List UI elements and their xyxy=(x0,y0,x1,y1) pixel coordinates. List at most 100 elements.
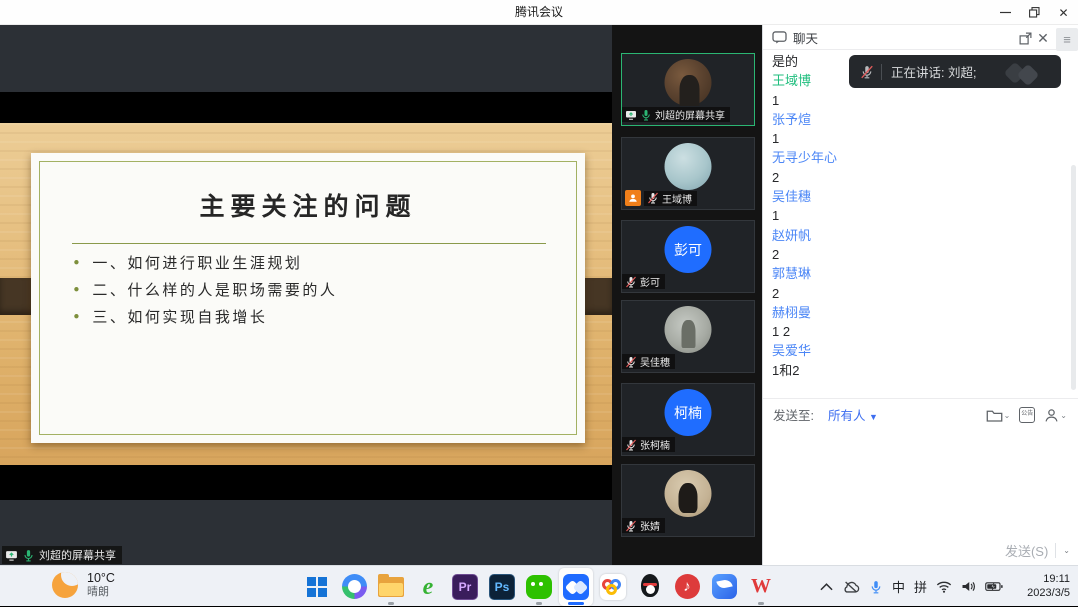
sharing-status-badge: 刘超的屏幕共享 xyxy=(2,546,122,564)
volume-icon[interactable] xyxy=(961,580,976,593)
chat-message: 2 xyxy=(772,245,1052,264)
chat-sender-name: 吴佳穗 xyxy=(772,187,1052,206)
wechat[interactable] xyxy=(522,568,556,606)
sharing-status-label: 刘超的屏幕共享 xyxy=(39,547,116,563)
send-options-chevron-icon[interactable]: ⌄ xyxy=(1063,546,1070,555)
participant-tile[interactable]: 柯楠 张柯楠 xyxy=(621,383,755,456)
chat-sender-name: 郭慧琳 xyxy=(772,264,1052,283)
mic-on-icon xyxy=(22,549,35,562)
host-badge-icon xyxy=(625,190,641,206)
tray-time: 19:11 xyxy=(1027,573,1070,587)
share-letterbox-top xyxy=(0,25,612,92)
tencent-meeting-icon xyxy=(563,574,589,600)
participants-strip: 刘超的屏幕共享 王域博 彭可 彭可 吴佳穗 xyxy=(612,25,762,565)
weather-moon-icon xyxy=(52,572,78,598)
taskbar-apps: e Pr Ps ♪ W xyxy=(300,566,778,607)
tray-date: 2023/3/5 xyxy=(1027,587,1070,601)
panel-drag-handle[interactable]: ≡ xyxy=(1056,28,1078,51)
participant-tile[interactable]: 王域博 xyxy=(621,137,755,210)
chat-sender-name: 无寻少年心 xyxy=(772,148,1052,167)
mic-icon xyxy=(22,549,35,562)
browser-360[interactable] xyxy=(337,568,371,606)
weather-desc: 晴朗 xyxy=(87,586,115,599)
speaking-toast: 正在讲话: 刘超; xyxy=(849,55,1061,88)
slide-bullet-list: 一、如何进行职业生涯规划二、什么样的人是职场需要的人三、如何实现自我增长 xyxy=(72,250,337,331)
send-to-dropdown[interactable]: 所有人 ▼ xyxy=(828,405,878,424)
mic-muted-icon xyxy=(625,276,637,288)
adobe-app-icon: Ps xyxy=(489,574,515,600)
screen-share-view: 主要关注的问题 一、如何进行职业生涯规划二、什么样的人是职场需要的人三、如何实现… xyxy=(0,25,612,565)
close-chat-icon[interactable]: ✕ xyxy=(1033,28,1053,48)
thunder-icon xyxy=(712,574,737,599)
mic-muted-icon xyxy=(625,439,637,451)
wifi-icon[interactable] xyxy=(936,580,952,593)
thunder[interactable] xyxy=(707,568,741,606)
windows-start[interactable] xyxy=(300,568,334,606)
ime-mode-indicator[interactable]: 拼 xyxy=(914,577,927,596)
send-file-icon[interactable]: ⌄ xyxy=(986,408,1011,423)
announcement-icon[interactable]: 公告 xyxy=(1019,407,1035,423)
chat-message: 1 xyxy=(772,206,1052,225)
chat-sender-name: 张予煊 xyxy=(772,110,1052,129)
participant-tile[interactable]: 彭可 彭可 xyxy=(621,220,755,293)
mention-member-icon[interactable]: ⌄ xyxy=(1044,408,1067,423)
participant-tile[interactable]: 张婧 xyxy=(621,464,755,537)
participant-name: 王域博 xyxy=(662,191,692,206)
rings-app[interactable] xyxy=(596,568,630,606)
participant-label: 张柯楠 xyxy=(622,437,675,452)
chat-message: 1 2 xyxy=(772,322,1052,341)
slide-divider-line xyxy=(72,243,546,244)
tray-expand-icon[interactable] xyxy=(820,582,833,591)
wps-office[interactable]: W xyxy=(744,568,778,606)
chat-message: 1 xyxy=(772,91,1052,110)
netease-music[interactable]: ♪ xyxy=(670,568,704,606)
taskbar-clock[interactable]: 19:11 2023/3/5 xyxy=(1027,573,1070,600)
battery-icon[interactable] xyxy=(985,581,1003,592)
send-button[interactable]: 发送(S) xyxy=(1005,541,1048,560)
chat-sender-name: 吴爱华 xyxy=(772,341,1052,360)
slide-bullet: 三、如何实现自我增长 xyxy=(72,304,337,331)
tencent-meeting[interactable] xyxy=(559,568,593,606)
participant-label: 吴佳穗 xyxy=(622,354,675,369)
ime-language-indicator[interactable]: 中 xyxy=(892,577,905,596)
chat-message: 2 xyxy=(772,284,1052,303)
weather-temp: 10°C xyxy=(87,571,115,586)
folder-icon xyxy=(378,577,404,597)
avatar: 彭可 xyxy=(665,226,712,273)
wechat-icon xyxy=(526,575,552,599)
avatar xyxy=(665,59,712,106)
internet-explorer[interactable]: e xyxy=(411,568,445,606)
participant-tile[interactable]: 刘超的屏幕共享 xyxy=(621,53,755,126)
chat-message-list: 是的王域博1张予煊1无寻少年心2吴佳穗1赵妍帆2郭慧琳2赫栩曼1 2吴爱华1和2 xyxy=(772,52,1052,380)
system-tray: 中 拼 xyxy=(820,566,1003,607)
tray-microphone-icon[interactable] xyxy=(869,580,883,594)
qq[interactable] xyxy=(633,568,667,606)
participant-name: 张婧 xyxy=(640,518,660,533)
participant-name: 吴佳穗 xyxy=(640,354,670,369)
slide-bullet: 一、如何进行职业生涯规划 xyxy=(72,250,337,277)
adobe-premiere[interactable]: Pr xyxy=(448,568,482,606)
restore-button[interactable] xyxy=(1020,0,1049,25)
chat-message: 1 xyxy=(772,129,1052,148)
cloud-app-icon[interactable] xyxy=(842,580,860,593)
participant-label: 张婧 xyxy=(622,518,665,533)
mic-muted-icon xyxy=(647,192,659,204)
popout-chat-icon[interactable] xyxy=(1015,28,1035,48)
file-explorer[interactable] xyxy=(374,568,408,606)
avatar: 柯楠 xyxy=(665,389,712,436)
meeting-logo-watermark xyxy=(1003,62,1047,84)
weather-widget[interactable]: 10°C 晴朗 xyxy=(52,571,115,599)
send-to-label: 发送至: xyxy=(773,405,814,424)
chat-scrollbar[interactable] xyxy=(1071,165,1076,390)
adobe-photoshop[interactable]: Ps xyxy=(485,568,519,606)
presentation-slide: 主要关注的问题 一、如何进行职业生涯规划二、什么样的人是职场需要的人三、如何实现… xyxy=(31,153,585,443)
participant-name: 刘超的屏幕共享 xyxy=(655,107,725,122)
close-button[interactable]: ✕ xyxy=(1049,0,1078,25)
chat-input[interactable] xyxy=(763,430,1078,538)
avatar xyxy=(665,306,712,353)
participant-tile[interactable]: 吴佳穗 xyxy=(621,300,755,373)
participant-label: 彭可 xyxy=(622,274,665,289)
windows-taskbar: 10°C 晴朗 e Pr Ps xyxy=(0,565,1078,606)
main-area: 主要关注的问题 一、如何进行职业生涯规划二、什么样的人是职场需要的人三、如何实现… xyxy=(0,25,1078,565)
minimize-button[interactable] xyxy=(991,0,1020,25)
